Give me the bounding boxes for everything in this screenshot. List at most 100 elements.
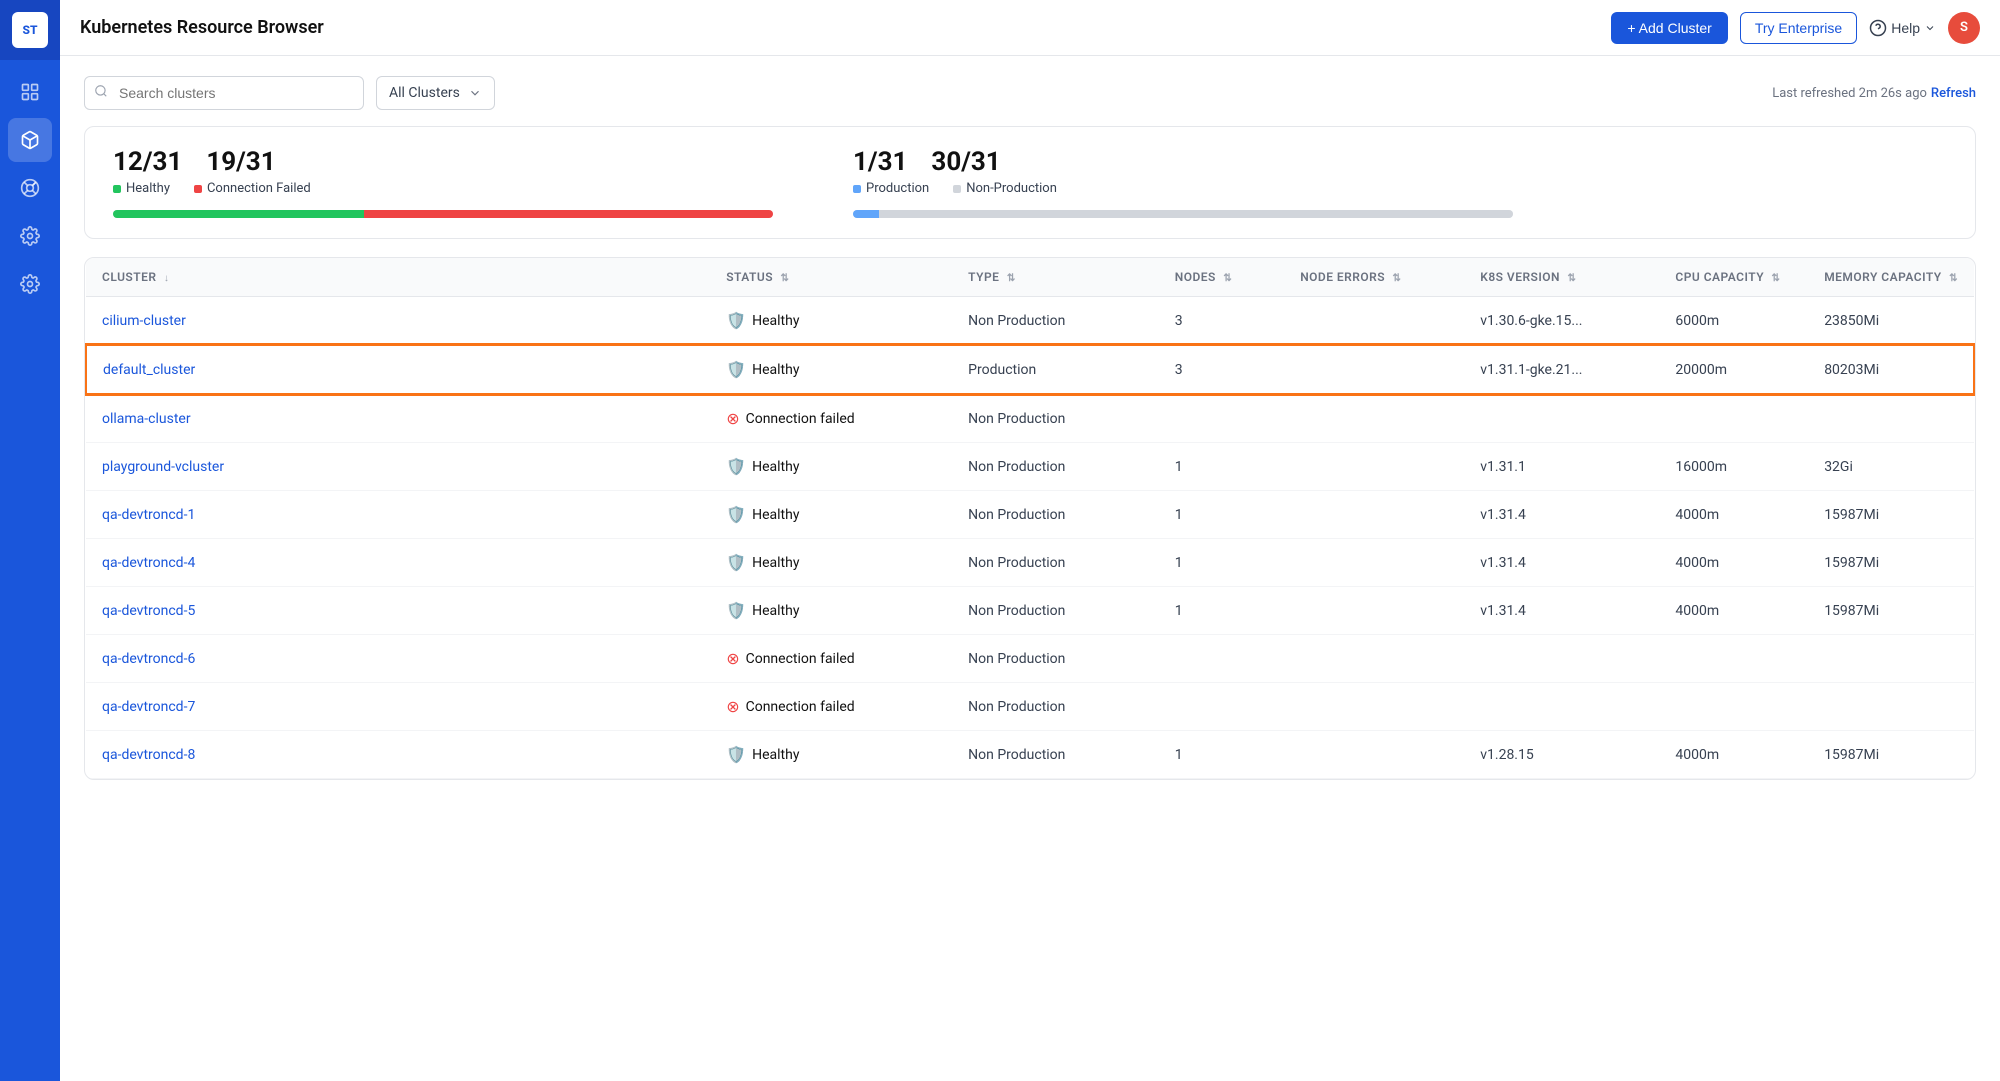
table-row[interactable]: default_cluster 🛡️ Healthy Production 3 …	[86, 345, 1974, 394]
cell-nodes: 1	[1159, 491, 1284, 539]
cell-cpu-capacity: 20000m	[1659, 345, 1808, 394]
add-cluster-button[interactable]: + Add Cluster	[1611, 12, 1727, 44]
app-logo[interactable]: ST	[0, 0, 60, 60]
cell-type: Non Production	[952, 394, 1159, 443]
avatar[interactable]: S	[1948, 12, 1980, 44]
sidebar-item-settings2[interactable]	[8, 262, 52, 306]
status-cell: 🛡️ Healthy	[726, 745, 936, 764]
stats-card: 12/31 19/31 Healthy Connection Failed	[84, 126, 1976, 239]
failed-label: Connection Failed	[194, 181, 311, 196]
production-dot	[853, 185, 861, 193]
col-header-nodes[interactable]: NODES ⇅	[1159, 258, 1284, 297]
sidebar-item-dashboard[interactable]	[8, 70, 52, 114]
cell-memory-capacity	[1808, 635, 1974, 683]
cluster-link[interactable]: qa-devtroncd-7	[102, 699, 195, 715]
cell-memory-capacity: 15987Mi	[1808, 731, 1974, 779]
cell-node-errors	[1284, 394, 1464, 443]
cluster-link[interactable]: cilium-cluster	[102, 313, 186, 329]
refresh-text: Last refreshed 2m 26s ago	[1772, 86, 1927, 101]
search-input[interactable]	[84, 76, 364, 110]
cluster-link[interactable]: qa-devtroncd-4	[102, 555, 195, 571]
cell-node-errors	[1284, 491, 1464, 539]
col-header-memory-capacity[interactable]: MEMORY CAPACITY ⇅	[1808, 258, 1974, 297]
table-row[interactable]: qa-devtroncd-1 🛡️ Healthy Non Production…	[86, 491, 1974, 539]
cell-memory-capacity: 32Gi	[1808, 443, 1974, 491]
cell-node-errors	[1284, 443, 1464, 491]
cell-type: Non Production	[952, 731, 1159, 779]
col-header-node-errors[interactable]: NODE ERRORS ⇅	[1284, 258, 1464, 297]
non-production-label: Non-Production	[953, 181, 1057, 196]
sidebar-item-settings[interactable]	[8, 214, 52, 258]
cell-memory-capacity: 23850Mi	[1808, 297, 1974, 346]
healthy-count: 12/31	[113, 147, 182, 177]
cluster-link[interactable]: qa-devtroncd-6	[102, 651, 195, 667]
table-header-row: CLUSTER ↓ STATUS ⇅ TYPE ⇅ NODES ⇅ NODE E…	[86, 258, 1974, 297]
table-row[interactable]: qa-devtroncd-4 🛡️ Healthy Non Production…	[86, 539, 1974, 587]
cluster-link[interactable]: qa-devtroncd-5	[102, 603, 195, 619]
try-enterprise-button[interactable]: Try Enterprise	[1740, 12, 1857, 44]
table-row[interactable]: cilium-cluster 🛡️ Healthy Non Production…	[86, 297, 1974, 346]
cluster-filter-label: All Clusters	[389, 85, 460, 101]
cluster-filter-dropdown[interactable]: All Clusters	[376, 76, 495, 110]
cell-k8s-version	[1464, 635, 1659, 683]
cell-type: Non Production	[952, 587, 1159, 635]
failed-status-icon: ⊗	[726, 409, 739, 428]
cell-cpu-capacity: 4000m	[1659, 539, 1808, 587]
health-progress-bar	[113, 210, 773, 218]
col-header-type[interactable]: TYPE ⇅	[952, 258, 1159, 297]
healthy-status-icon: 🛡️	[726, 553, 746, 572]
cell-k8s-version	[1464, 683, 1659, 731]
cell-cpu-capacity: 4000m	[1659, 491, 1808, 539]
table-row[interactable]: qa-devtroncd-6 ⊗ Connection failed Non P…	[86, 635, 1974, 683]
cell-cluster: qa-devtroncd-8	[86, 731, 710, 779]
col-header-cpu-capacity[interactable]: CPU CAPACITY ⇅	[1659, 258, 1808, 297]
cell-type: Non Production	[952, 683, 1159, 731]
cell-cpu-capacity	[1659, 635, 1808, 683]
cell-type: Non Production	[952, 491, 1159, 539]
sidebar-item-resources[interactable]	[8, 118, 52, 162]
sidebar-item-network[interactable]	[8, 166, 52, 210]
cell-cluster: qa-devtroncd-1	[86, 491, 710, 539]
cell-type: Production	[952, 345, 1159, 394]
cell-type: Non Production	[952, 297, 1159, 346]
cluster-link[interactable]: default_cluster	[103, 362, 195, 378]
table-row[interactable]: playground-vcluster 🛡️ Healthy Non Produ…	[86, 443, 1974, 491]
table-row[interactable]: qa-devtroncd-5 🛡️ Healthy Non Production…	[86, 587, 1974, 635]
col-header-status[interactable]: STATUS ⇅	[710, 258, 952, 297]
healthy-status-icon: 🛡️	[726, 505, 746, 524]
healthy-dot	[113, 185, 121, 193]
cell-k8s-version	[1464, 394, 1659, 443]
table-row[interactable]: qa-devtroncd-8 🛡️ Healthy Non Production…	[86, 731, 1974, 779]
col-header-k8s-version[interactable]: K8S VERSION ⇅	[1464, 258, 1659, 297]
status-cell: 🛡️ Healthy	[726, 311, 936, 330]
failed-count: 19/31	[206, 147, 275, 177]
table-row[interactable]: ollama-cluster ⊗ Connection failed Non P…	[86, 394, 1974, 443]
page-title: Kubernetes Resource Browser	[80, 17, 1599, 38]
table-row[interactable]: qa-devtroncd-7 ⊗ Connection failed Non P…	[86, 683, 1974, 731]
cell-memory-capacity: 15987Mi	[1808, 587, 1974, 635]
cluster-link[interactable]: qa-devtroncd-8	[102, 747, 195, 763]
cell-status: 🛡️ Healthy	[710, 491, 952, 539]
col-header-cluster[interactable]: CLUSTER ↓	[86, 258, 710, 297]
cell-cluster: playground-vcluster	[86, 443, 710, 491]
cell-node-errors	[1284, 345, 1464, 394]
help-button[interactable]: Help	[1869, 19, 1936, 37]
status-cell: ⊗ Connection failed	[726, 697, 936, 716]
help-label: Help	[1891, 20, 1920, 36]
cell-cluster: qa-devtroncd-4	[86, 539, 710, 587]
cell-k8s-version: v1.31.1	[1464, 443, 1659, 491]
cell-k8s-version: v1.31.4	[1464, 539, 1659, 587]
cluster-link[interactable]: qa-devtroncd-1	[102, 507, 195, 523]
cell-cluster: cilium-cluster	[86, 297, 710, 346]
clusters-table: CLUSTER ↓ STATUS ⇅ TYPE ⇅ NODES ⇅ NODE E…	[85, 258, 1975, 779]
status-cell: 🛡️ Healthy	[726, 601, 936, 620]
refresh-link[interactable]: Refresh	[1931, 86, 1976, 101]
cluster-link[interactable]: ollama-cluster	[102, 411, 191, 427]
cell-memory-capacity	[1808, 394, 1974, 443]
healthy-status-icon: 🛡️	[726, 745, 746, 764]
healthy-label: Healthy	[113, 181, 170, 196]
cell-status: 🛡️ Healthy	[710, 731, 952, 779]
status-cell: ⊗ Connection failed	[726, 409, 936, 428]
cluster-link[interactable]: playground-vcluster	[102, 459, 224, 475]
main-content: Kubernetes Resource Browser + Add Cluste…	[60, 0, 2000, 1081]
